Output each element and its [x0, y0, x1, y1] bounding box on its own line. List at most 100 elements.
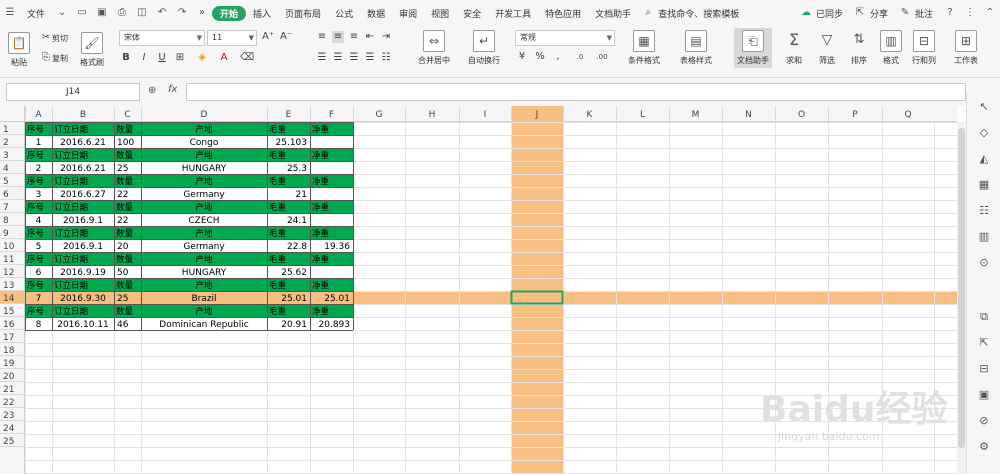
data-cell: 20.893	[319, 320, 351, 330]
tab-doc-helper[interactable]: 文档助手	[588, 7, 638, 20]
wrap-text-button[interactable]: ↵ 自动换行	[468, 30, 500, 66]
hamburger-icon[interactable]: ☰	[3, 6, 17, 20]
increase-font-icon[interactable]: A⁺	[262, 31, 274, 43]
format-button[interactable]: ▥ 格式	[880, 30, 902, 66]
data-cell: 24.1	[287, 216, 307, 226]
template-icon[interactable]: ⧉	[977, 310, 991, 324]
chevron-down-icon[interactable]: ⌄	[55, 6, 69, 20]
justify-icon[interactable]: ☰	[364, 52, 376, 64]
cursor-icon[interactable]: ↖	[977, 100, 991, 114]
tab-security[interactable]: 安全	[456, 7, 488, 20]
info-icon[interactable]: ⊘	[977, 414, 991, 428]
thousands-icon[interactable]: ,	[552, 51, 564, 63]
tab-features[interactable]: 特色应用	[538, 7, 588, 20]
decrease-font-icon[interactable]: A⁻	[280, 31, 292, 43]
column-header-l: L	[640, 110, 645, 120]
tab-developer[interactable]: 开发工具	[488, 7, 538, 20]
redo-icon[interactable]: ↷	[175, 6, 189, 20]
share-button[interactable]: 分享	[870, 7, 895, 20]
filter-button[interactable]: ▽ 筛选	[816, 30, 838, 66]
decrease-decimal-icon[interactable]: .00	[596, 51, 608, 63]
header-cell: 毛重	[269, 254, 287, 265]
print-icon[interactable]: ⎙	[115, 6, 129, 20]
table-icon[interactable]: ▦	[977, 178, 991, 192]
align-left-icon[interactable]: ☰	[316, 52, 328, 64]
sum-button[interactable]: Σ 求和	[783, 30, 805, 66]
fill-color-icon[interactable]: ◈	[196, 52, 208, 64]
clear-format-icon[interactable]: ⌫	[240, 52, 254, 64]
collapse-ribbon-icon[interactable]: ⌃	[983, 6, 997, 20]
undo-icon[interactable]: ↶	[155, 6, 169, 20]
data-cell: CZECH	[188, 216, 219, 226]
image-icon[interactable]: ▣	[977, 388, 991, 402]
column-header-a: A	[35, 110, 42, 120]
header-cell: 数量	[116, 254, 134, 265]
row-col-button[interactable]: ⊟ 行和列	[912, 30, 936, 66]
backup-icon[interactable]: ⊙	[977, 256, 991, 270]
align-top-icon[interactable]: ≡	[316, 31, 328, 43]
name-box[interactable]: J14	[6, 83, 140, 101]
style-icon[interactable]: ◭	[977, 152, 991, 166]
data-cell: Dominican Republic	[159, 320, 248, 330]
print-preview-icon[interactable]: ◫	[135, 6, 149, 20]
indent-decrease-icon[interactable]: ⇤	[364, 31, 376, 43]
command-search[interactable]: 查找命令、搜索模板	[658, 7, 746, 20]
inbox-icon[interactable]: ⊟	[977, 362, 991, 376]
table-style-button[interactable]: ▤ 表格样式	[680, 30, 712, 66]
worksheet-button[interactable]: ⊞ 工作表	[954, 30, 978, 66]
tab-insert[interactable]: 插入	[246, 7, 278, 20]
distribute-icon[interactable]: ☷	[380, 52, 392, 64]
increase-decimal-icon[interactable]: .0	[574, 51, 586, 63]
tab-view[interactable]: 视图	[424, 7, 456, 20]
conditional-format-button[interactable]: ▦ 条件格式	[628, 30, 660, 66]
font-color-icon[interactable]: A	[218, 52, 230, 64]
tab-review[interactable]: 审阅	[392, 7, 424, 20]
more-icon[interactable]: »	[195, 6, 209, 20]
border-icon[interactable]: ⊞	[174, 52, 186, 64]
tab-page-layout[interactable]: 页面布局	[278, 7, 328, 20]
header-cell: 序号	[27, 150, 44, 161]
menu-file[interactable]: 文件	[20, 7, 52, 20]
zoom-lookup-icon[interactable]: ⊕	[148, 85, 156, 96]
formula-input[interactable]	[186, 83, 966, 101]
sync-status[interactable]: 已同步	[816, 7, 850, 20]
align-middle-icon[interactable]: ≡	[332, 31, 344, 43]
comment-button[interactable]: 批注	[915, 7, 940, 20]
format-painter-button[interactable]: 🖌 格式刷	[80, 32, 104, 68]
number-format-select[interactable]: 常规 ▼	[515, 30, 615, 46]
scrollbar-thumb[interactable]	[958, 128, 965, 448]
bold-icon[interactable]: B	[120, 52, 132, 64]
merge-center-button[interactable]: ⇔ 合并居中	[418, 30, 450, 66]
indent-increase-icon[interactable]: ⇥	[380, 31, 392, 43]
shapes-icon[interactable]: ◇	[977, 126, 991, 140]
cut-button[interactable]: ✂ 剪切	[40, 32, 68, 44]
more-options-icon[interactable]: ⋮	[963, 6, 977, 20]
export-icon[interactable]: ⇱	[977, 336, 991, 350]
paste-button[interactable]: 📋 粘贴	[8, 32, 30, 68]
tab-data[interactable]: 数据	[360, 7, 392, 20]
font-size-select[interactable]: 11 ▼	[207, 30, 257, 46]
doc-helper-button[interactable]: ⎗ 文档助手	[734, 28, 772, 68]
italic-icon[interactable]: I	[138, 52, 150, 64]
header-cell: 净重	[312, 176, 330, 187]
save-icon[interactable]: ▣	[95, 6, 109, 20]
font-name-select[interactable]: 宋体 ▼	[119, 30, 205, 46]
help-icon[interactable]: ?	[943, 6, 957, 20]
align-top-row: ≡ ≡ ≡ ⇤ ⇥	[316, 31, 392, 43]
settings-icon[interactable]: ⚙	[977, 440, 991, 454]
percent-icon[interactable]: %	[534, 51, 546, 63]
underline-icon[interactable]: U	[156, 52, 168, 64]
copy-button[interactable]: ⎘ 复制	[40, 52, 68, 64]
vertical-scrollbar[interactable]	[957, 122, 966, 474]
tab-home[interactable]: 开始	[212, 5, 247, 21]
open-icon[interactable]: ▭	[75, 6, 89, 20]
chart-icon[interactable]: ▥	[977, 230, 991, 244]
align-right-icon[interactable]: ☰	[348, 52, 360, 64]
property-icon[interactable]: ☷	[977, 204, 991, 218]
align-bottom-icon[interactable]: ≡	[348, 31, 360, 43]
fx-icon[interactable]: fx	[168, 84, 177, 95]
align-center-icon[interactable]: ☰	[332, 52, 344, 64]
currency-icon[interactable]: ¥	[516, 51, 528, 63]
tab-formula[interactable]: 公式	[328, 7, 360, 20]
sort-button[interactable]: ⇅ 排序	[848, 30, 870, 66]
